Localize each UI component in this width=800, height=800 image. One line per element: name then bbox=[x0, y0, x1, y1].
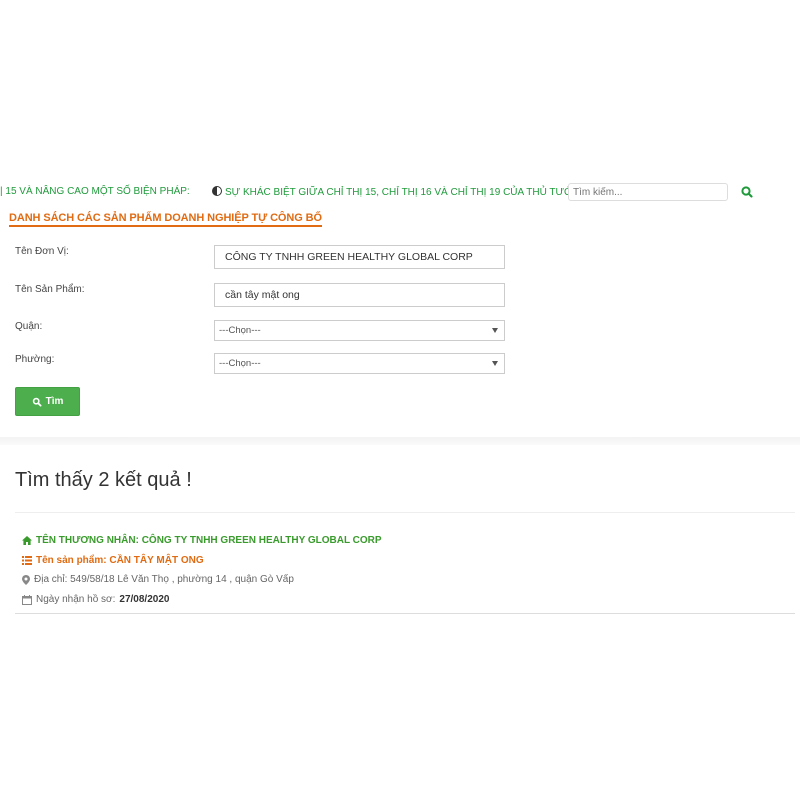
half-circle-icon bbox=[212, 186, 222, 196]
divider bbox=[15, 613, 795, 614]
unit-name-input[interactable] bbox=[214, 245, 505, 269]
search-input[interactable] bbox=[568, 183, 728, 201]
caret-down-icon bbox=[492, 361, 498, 366]
search-icon bbox=[32, 397, 42, 407]
ward-select-value: ---Chọn--- bbox=[219, 358, 261, 369]
list-icon bbox=[22, 556, 32, 565]
search-button[interactable] bbox=[738, 183, 756, 201]
unit-label: Tên Đơn Vị: bbox=[15, 246, 69, 257]
calendar-icon bbox=[22, 594, 32, 605]
product-label: Tên Sản Phẩm: bbox=[15, 284, 85, 295]
district-select-value: ---Chọn--- bbox=[219, 325, 261, 336]
product-name-input[interactable] bbox=[214, 283, 505, 307]
result-product-text: Tên sản phẩm: CẦN TÂY MẬT ONG bbox=[36, 555, 204, 566]
ticker-link-1[interactable]: | 15 VÀ NÂNG CAO MỘT SỐ BIỆN PHÁP: bbox=[0, 186, 190, 197]
map-marker-icon bbox=[22, 574, 30, 585]
ticker-link-2[interactable]: SỰ KHÁC BIỆT GIỮA CHỈ THỊ 15, CHỈ THỊ 16… bbox=[225, 187, 573, 198]
divider bbox=[15, 512, 795, 513]
home-icon bbox=[22, 536, 32, 545]
find-button[interactable]: Tìm bbox=[15, 387, 80, 416]
ward-select[interactable]: ---Chọn--- bbox=[214, 353, 505, 374]
ward-label: Phường: bbox=[15, 354, 55, 365]
result-merchant-text: TÊN THƯƠNG NHÂN: CÔNG TY TNHH GREEN HEAL… bbox=[36, 535, 382, 546]
search-icon bbox=[741, 186, 753, 198]
find-button-label: Tìm bbox=[45, 396, 64, 407]
result-address-text: Địa chỉ: 549/58/18 Lê Văn Thọ , phường 1… bbox=[34, 574, 294, 585]
result-address: Địa chỉ: 549/58/18 Lê Văn Thọ , phường 1… bbox=[22, 574, 294, 585]
result-date-value: 27/08/2020 bbox=[119, 594, 170, 605]
result-date-label: Ngày nhận hồ sơ: bbox=[36, 594, 116, 605]
results-count-title: Tìm thấy 2 kết quả ! bbox=[15, 469, 192, 491]
result-date: Ngày nhận hồ sơ: 27/08/2020 bbox=[22, 594, 169, 605]
ticker-item-2[interactable]: SỰ KHÁC BIỆT GIỮA CHỈ THỊ 15, CHỈ THỊ 16… bbox=[212, 186, 573, 198]
section-separator bbox=[0, 437, 800, 445]
district-label: Quận: bbox=[15, 321, 43, 332]
district-select[interactable]: ---Chọn--- bbox=[214, 320, 505, 341]
section-title: DANH SÁCH CÁC SẢN PHẨM DOANH NGHIỆP TỰ C… bbox=[9, 212, 322, 227]
result-merchant[interactable]: TÊN THƯƠNG NHÂN: CÔNG TY TNHH GREEN HEAL… bbox=[22, 535, 382, 546]
result-product[interactable]: Tên sản phẩm: CẦN TÂY MẬT ONG bbox=[22, 555, 204, 566]
caret-down-icon bbox=[492, 328, 498, 333]
